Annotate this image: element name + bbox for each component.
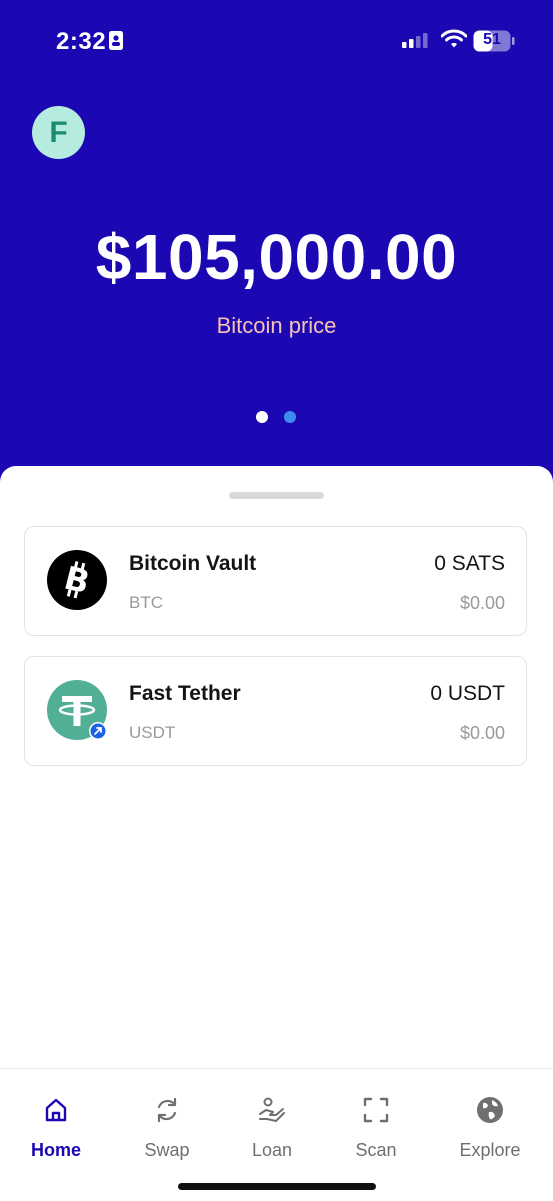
tab-home[interactable]: Home xyxy=(6,1095,106,1175)
asset-ticker: BTC xyxy=(129,593,163,612)
cellular-signal-icon xyxy=(402,33,428,48)
tab-label-loan: Loan xyxy=(251,1140,293,1160)
tab-label-home: Home xyxy=(30,1140,81,1160)
tab-scan[interactable]: Scan xyxy=(326,1095,426,1175)
bottom-tab-bar: Home Swap Loan Scan Explore xyxy=(0,1068,553,1201)
asset-name: Bitcoin Vault xyxy=(129,552,257,575)
asset-card-bitcoin-vault[interactable]: B Bitcoin Vault BTC 0 SATS $0.00 xyxy=(24,526,527,636)
tether-icon xyxy=(47,680,107,740)
globe-icon xyxy=(477,1097,503,1123)
swap-icon xyxy=(157,1097,177,1123)
asset-name: Fast Tether xyxy=(129,682,241,705)
asset-ticker: USDT xyxy=(129,723,176,742)
sheet-drag-handle[interactable] xyxy=(229,492,324,499)
asset-card-fast-tether[interactable]: Fast Tether USDT 0 USDT $0.00 xyxy=(24,656,527,766)
status-time: 2:32 xyxy=(56,28,107,55)
bitcoin-price-value: $105,000.00 xyxy=(95,221,458,293)
home-indicator[interactable] xyxy=(178,1183,376,1190)
loan-icon xyxy=(259,1097,285,1122)
battery-percentage: 51 xyxy=(483,31,501,48)
id-card-icon xyxy=(109,31,123,50)
carousel-pager[interactable] xyxy=(256,411,298,423)
tab-label-swap: Swap xyxy=(144,1140,190,1160)
asset-balance: 0 USDT xyxy=(430,682,505,705)
wifi-icon xyxy=(441,29,467,48)
tab-label-scan: Scan xyxy=(355,1140,397,1160)
bitcoin-price-label: Bitcoin price xyxy=(216,313,337,338)
tab-loan[interactable]: Loan xyxy=(222,1095,322,1175)
status-bar: 2:32 51 xyxy=(0,0,553,82)
asset-fiat-value: $0.00 xyxy=(459,593,505,613)
tab-label-explore: Explore xyxy=(459,1140,521,1160)
hero-header: 2:32 51 F $105,000.00 Bitcoin price xyxy=(0,0,553,500)
tab-explore[interactable]: Explore xyxy=(440,1095,540,1175)
asset-fiat-value: $0.00 xyxy=(459,723,505,743)
scan-icon xyxy=(363,1097,389,1123)
avatar[interactable]: F xyxy=(32,106,85,159)
pager-dot-active[interactable] xyxy=(256,411,268,423)
assets-sheet: B Bitcoin Vault BTC 0 SATS $0.00 Fast Te… xyxy=(0,466,553,1070)
asset-balance: 0 SATS xyxy=(434,552,505,575)
tab-swap[interactable]: Swap xyxy=(117,1095,217,1175)
bitcoin-icon: B xyxy=(47,550,107,610)
home-icon xyxy=(45,1098,67,1122)
pager-dot[interactable] xyxy=(284,411,296,423)
